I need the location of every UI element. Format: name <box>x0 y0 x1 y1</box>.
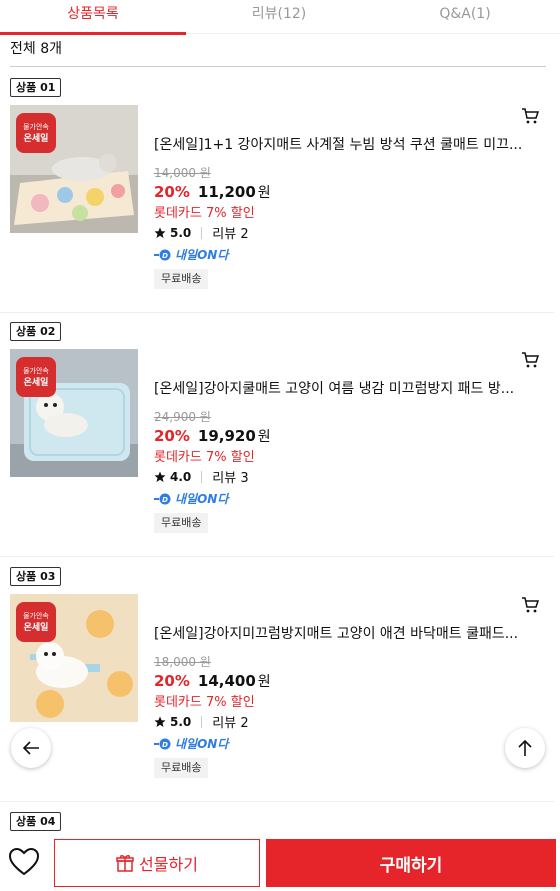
price-line: 20% 11,200 원 <box>154 182 271 202</box>
original-price: 14,000 원 <box>154 166 211 180</box>
product-title[interactable]: [온세일]1+1 강아지매트 사계절 누빔 방석 쿠션 쿨매트 미끄... <box>154 134 544 154</box>
review-count: 리뷰 2 <box>212 227 249 242</box>
back-arrow-icon <box>22 741 39 755</box>
divider <box>201 470 203 483</box>
product-badge: 상품 01 <box>10 78 62 97</box>
cart-icon[interactable] <box>520 595 540 615</box>
rating-score: 5.0 <box>170 225 192 240</box>
back-button[interactable] <box>11 728 51 768</box>
product-badge: 상품 02 <box>10 322 62 341</box>
buy-button[interactable]: 구매하기 <box>266 839 556 887</box>
tab-reviews[interactable]: 리뷰(12) <box>186 0 372 34</box>
delivery-icon: D <box>154 249 171 260</box>
original-price: 18,000 원 <box>154 655 211 669</box>
review-count: 리뷰 3 <box>212 471 249 486</box>
bottom-action-bar: 선물하기 구매하기 <box>0 834 560 891</box>
discount-rate: 20% <box>154 427 190 445</box>
free-shipping-tag: 무료배송 <box>154 758 209 778</box>
delivery-label: 내일ON다 <box>175 737 229 751</box>
rating-row: 5.0 리뷰 2 <box>154 712 249 731</box>
product-badge: 상품 04 <box>10 812 62 831</box>
product-item[interactable]: 상품 03 물가안속 온세일 [온세일]강아지미끄럼방지매트 고양이 애견 바닥… <box>0 557 560 802</box>
currency: 원 <box>257 429 271 445</box>
card-discount: 롯데카드 7% 할인 <box>154 450 255 465</box>
gift-icon <box>116 854 134 872</box>
price-line: 20% 14,400 원 <box>154 671 271 691</box>
divider <box>201 226 203 239</box>
product-thumbnail[interactable]: 물가안속 온세일 <box>10 594 138 722</box>
product-badge: 상품 03 <box>10 567 62 586</box>
discount-rate: 20% <box>154 183 190 201</box>
gift-label: 선물하기 <box>139 855 198 874</box>
svg-text:온세일: 온세일 <box>24 376 49 388</box>
tab-product-list[interactable]: 상품목록 <box>0 0 186 35</box>
delivery-icon: D <box>154 493 171 504</box>
heart-icon[interactable] <box>8 847 40 877</box>
svg-text:온세일: 온세일 <box>24 621 49 633</box>
divider <box>10 66 546 67</box>
sale-price: 19,920 <box>197 427 256 445</box>
svg-text:물가안속: 물가안속 <box>23 611 49 620</box>
product-item[interactable]: 상품 01 물가안속 온세일 [온세일]1+1 강아지매트 사계절 누빔 방석 … <box>0 68 560 313</box>
sale-price: 11,200 <box>197 183 256 201</box>
free-shipping-tag: 무료배송 <box>154 513 209 533</box>
rating-row: 5.0 리뷰 2 <box>154 223 249 242</box>
rating-row: 4.0 리뷰 3 <box>154 467 249 486</box>
cart-icon[interactable] <box>520 106 540 126</box>
card-discount: 롯데카드 7% 할인 <box>154 695 255 710</box>
tab-qna[interactable]: Q&A(1) <box>372 0 558 34</box>
total-count: 전체 8개 <box>10 41 62 57</box>
delivery-tag: D 내일ON다 <box>154 246 228 263</box>
cart-icon[interactable] <box>520 350 540 370</box>
original-price: 24,900 원 <box>154 410 211 424</box>
currency: 원 <box>257 674 271 690</box>
product-thumbnail[interactable]: 물가안속 온세일 <box>10 349 138 477</box>
product-title[interactable]: [온세일]강아지쿨매트 고양이 여름 냉감 미끄럼방지 패드 방... <box>154 378 544 398</box>
delivery-tag: D 내일ON다 <box>154 735 228 752</box>
card-discount: 롯데카드 7% 할인 <box>154 206 255 221</box>
sale-price: 14,400 <box>197 672 256 690</box>
product-title[interactable]: [온세일]강아지미끄럼방지매트 고양이 애견 바닥매트 쿨패드... <box>154 623 544 643</box>
product-thumbnail[interactable]: 물가안속 온세일 <box>10 105 138 233</box>
svg-text:D: D <box>162 496 168 504</box>
price-line: 20% 19,920 원 <box>154 426 271 446</box>
rating-score: 5.0 <box>170 714 192 729</box>
star-icon <box>154 471 166 482</box>
rating-score: 4.0 <box>170 469 192 484</box>
svg-text:온세일: 온세일 <box>24 132 49 144</box>
free-shipping-tag: 무료배송 <box>154 269 209 289</box>
delivery-icon: D <box>154 738 171 749</box>
delivery-label: 내일ON다 <box>175 248 229 262</box>
svg-text:물가안속: 물가안속 <box>23 122 49 131</box>
scroll-top-button[interactable] <box>505 728 545 768</box>
divider <box>201 715 203 728</box>
svg-text:D: D <box>162 741 168 749</box>
scroll-top-icon <box>518 739 532 756</box>
svg-text:물가안속: 물가안속 <box>23 366 49 375</box>
review-count: 리뷰 2 <box>212 716 249 731</box>
discount-rate: 20% <box>154 672 190 690</box>
tab-bar: 상품목록 리뷰(12) Q&A(1) <box>0 0 560 35</box>
star-icon <box>154 227 166 238</box>
gift-button[interactable]: 선물하기 <box>54 839 260 887</box>
product-item[interactable]: 상품 02 물가안속 온세일 [온세일]강아지쿨매트 고양이 여름 냉감 미끄럼… <box>0 312 560 557</box>
currency: 원 <box>257 185 271 201</box>
delivery-label: 내일ON다 <box>175 492 229 506</box>
delivery-tag: D 내일ON다 <box>154 490 228 507</box>
svg-text:D: D <box>162 252 168 260</box>
star-icon <box>154 716 166 727</box>
